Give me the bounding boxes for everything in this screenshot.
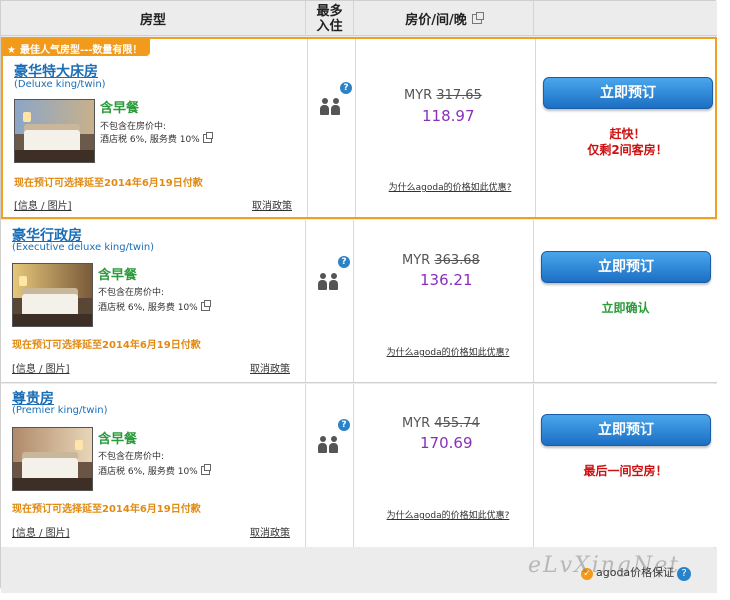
table-row: ★ 最佳人气房型---数量有限！ 豪华特大床房 (Deluxe king/twin… [1, 37, 717, 219]
tax-note-title: 不包含在房价中: [100, 122, 167, 132]
table-row: 尊贵房 (Premier king/twin) 含早餐 不包含在房价中: 酒店税… [1, 384, 717, 547]
discount-price: 170.69 [420, 434, 473, 452]
breakfast-included: 含早餐 [100, 101, 140, 116]
help-icon[interactable]: ? [338, 256, 350, 268]
table-header: 房型 最多 入住 房价/间/晚 [1, 1, 717, 36]
header-action [534, 1, 717, 36]
price-cell: MYR 363.68 136.21 为什么agoda的价格如此优惠? [354, 220, 534, 382]
discount-price: 136.21 [420, 271, 473, 289]
popular-ribbon: ★ 最佳人气房型---数量有限！ [3, 39, 151, 56]
instant-confirm-note: 立即确认 [601, 301, 650, 315]
occupancy-cell: ? [308, 39, 356, 217]
last-room-note: 最后一间空房！ [583, 464, 668, 478]
breakfast-included: 含早餐 [98, 268, 138, 283]
header-price-label: 房价/间/晚 [405, 13, 467, 28]
occupancy-cell: ? [306, 220, 354, 382]
table-row: 豪华行政房 (Executive deluxe king/twin) 含早餐 不… [1, 220, 717, 383]
book-now-button[interactable]: 立即预订 [541, 251, 711, 283]
why-cheap-link[interactable]: 为什么agoda的价格如此优惠? [380, 182, 520, 195]
watermark: eLvXingNet [528, 553, 681, 578]
two-persons-icon [318, 435, 340, 453]
info-photos-link[interactable]: [信息 / 图片] [12, 524, 70, 539]
room-table: 房型 最多 入住 房价/间/晚 ★ 最佳人气房型---数量有限！ 豪华特大床房 (… [0, 0, 717, 593]
tax-note-title: 不包含在房价中: [98, 288, 165, 298]
room-type-cell: 尊贵房 (Premier king/twin) 含早餐 不包含在房价中: 酒店税… [1, 384, 306, 547]
book-now-button[interactable]: 立即预订 [541, 414, 711, 446]
header-max-occ-line1: 最多 [316, 3, 343, 19]
original-price: MYR 455.74 [402, 416, 480, 431]
room-english-name: (Executive deluxe king/twin) [12, 242, 155, 253]
room-name-link[interactable]: 豪华特大床房 [14, 61, 98, 81]
popup-icon[interactable] [200, 300, 211, 311]
room-type-cell: ★ 最佳人气房型---数量有限！ 豪华特大床房 (Deluxe king/twin… [3, 39, 308, 217]
room-type-cell: 豪华行政房 (Executive deluxe king/twin) 含早餐 不… [1, 220, 306, 382]
popup-icon[interactable] [202, 132, 213, 143]
header-max-occupancy: 最多 入住 [306, 1, 354, 36]
ribbon-text: 最佳人气房型---数量有限！ [19, 45, 143, 56]
pay-later-notice: 现在预订可选择延至2014年6月19日付款 [12, 504, 201, 515]
original-price: MYR 363.68 [402, 253, 480, 268]
pay-later-notice: 现在预订可选择延至2014年6月19日付款 [14, 178, 203, 189]
tax-note-title: 不包含在房价中: [98, 452, 165, 462]
discount-price: 118.97 [422, 107, 475, 125]
room-photo[interactable] [12, 263, 93, 327]
action-cell: 立即预订 最后一间空房！ [534, 384, 717, 547]
popup-icon[interactable] [200, 464, 211, 475]
two-persons-icon [320, 97, 342, 115]
info-photos-link[interactable]: [信息 / 图片] [12, 360, 70, 375]
room-english-name: (Premier king/twin) [12, 405, 108, 416]
room-photo[interactable] [12, 427, 93, 491]
action-cell: 立即预订 赶快！ 仅剩2间客房！ [536, 39, 719, 217]
breakfast-included: 含早餐 [98, 432, 138, 447]
original-price: MYR 317.65 [404, 88, 482, 103]
pay-later-notice: 现在预订可选择延至2014年6月19日付款 [12, 340, 201, 351]
info-photos-link[interactable]: [信息 / 图片] [14, 197, 72, 212]
urgency-note: 赶快！ 仅剩2间客房！ [587, 127, 668, 157]
tax-note-detail: 酒店税 6%, 服务费 10% [100, 132, 213, 145]
help-icon[interactable]: ? [340, 82, 352, 94]
price-cell: MYR 455.74 170.69 为什么agoda的价格如此优惠? [354, 384, 534, 547]
header-max-occ-line2: 入住 [316, 18, 343, 34]
action-cell: 立即预订 立即确认 [534, 220, 717, 382]
two-persons-icon [318, 272, 340, 290]
tax-note-detail: 酒店税 6%, 服务费 10% [98, 300, 211, 313]
why-cheap-link[interactable]: 为什么agoda的价格如此优惠? [378, 347, 518, 360]
header-room-type: 房型 [1, 1, 306, 36]
cancel-policy-link[interactable]: 取消政策 [252, 197, 292, 212]
why-cheap-link[interactable]: 为什么agoda的价格如此优惠? [378, 510, 518, 523]
occupancy-cell: ? [306, 384, 354, 547]
help-icon[interactable]: ? [338, 419, 350, 431]
star-icon: ★ [7, 45, 16, 56]
room-photo[interactable] [14, 99, 95, 163]
book-now-button[interactable]: 立即预订 [543, 77, 713, 109]
price-cell: MYR 317.65 118.97 为什么agoda的价格如此优惠? [356, 39, 536, 217]
external-link-icon[interactable] [471, 11, 484, 24]
cancel-policy-link[interactable]: 取消政策 [250, 360, 290, 375]
room-english-name: (Deluxe king/twin) [14, 79, 106, 90]
header-price: 房价/间/晚 [354, 1, 534, 36]
cancel-policy-link[interactable]: 取消政策 [250, 524, 290, 539]
tax-note-detail: 酒店税 6%, 服务费 10% [98, 464, 211, 477]
